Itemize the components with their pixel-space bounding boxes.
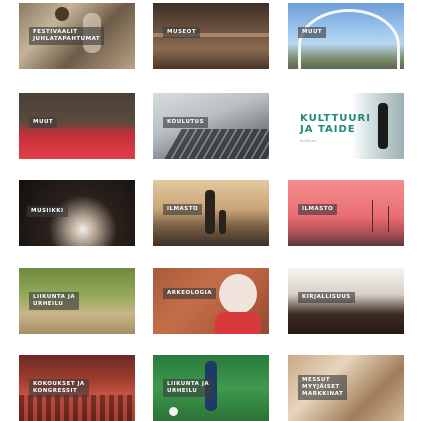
tile-label-liikunta-1: LIIKUNTA JA URHEILU — [29, 292, 80, 310]
tile-kirjallisuus[interactable]: KIRJALLISUUS — [288, 268, 404, 334]
tile-arkeologia[interactable]: ARKEOLOGIA — [153, 268, 269, 334]
keyboard-decoration — [164, 129, 269, 159]
tile-koulutus[interactable]: KOULUTUS — [153, 93, 269, 159]
tile-label-muut-2: MUUT — [29, 117, 58, 128]
illustrated-face-decoration — [219, 274, 257, 314]
tile-ilmasto-2[interactable]: ILMASTO — [288, 180, 404, 246]
tile-ilmasto-1[interactable]: ILMASTO — [153, 180, 269, 246]
tile-label-muut-1: MUUT — [298, 27, 327, 38]
tile-title-kulttuuri-ja-taide: KULTTUURI JA TAIDE — [300, 113, 371, 135]
festival-hat-decoration — [55, 7, 69, 21]
tile-musiikki[interactable]: MUSIIKKI — [19, 180, 135, 246]
tile-muut-2[interactable]: MUUT — [19, 93, 135, 159]
adult-silhouette — [205, 190, 215, 234]
tile-subtitle-kulttuuri: kulttuuri — [300, 139, 318, 143]
tile-label-museot: MUSEOT — [163, 27, 201, 38]
tile-label-musiikki: MUSIIKKI — [27, 206, 68, 217]
category-grid: FESTIVAALIT JUHLATAPAHTUMAT MUSEOT MUUT … — [0, 0, 421, 421]
auditorium-seats-decoration — [19, 395, 135, 421]
wind-turbine-icon — [372, 200, 373, 232]
tile-label-arkeologia: ARKEOLOGIA — [163, 288, 216, 299]
trumpeter-silhouette — [378, 103, 388, 149]
tile-label-messut: MESSUT MYYJÄISET MARKKINAT — [298, 375, 348, 400]
tile-kulttuuri-ja-taide[interactable]: KULTTUURI JA TAIDE kulttuuri — [288, 93, 404, 159]
tile-messut[interactable]: MESSUT MYYJÄISET MARKKINAT — [288, 355, 404, 421]
tile-label-liikunta-2: LIIKUNTA JA URHEILU — [163, 379, 214, 397]
tile-label-kokoukset: KOKOUKSET JA KONGRESSIT — [29, 379, 89, 397]
tile-muut-1[interactable]: MUUT — [288, 3, 404, 69]
tile-liikunta-2[interactable]: LIIKUNTA JA URHEILU — [153, 355, 269, 421]
illustrated-shirt-decoration — [215, 312, 261, 334]
tile-festivaalit[interactable]: FESTIVAALIT JUHLATAPAHTUMAT — [19, 3, 135, 69]
tile-label-koulutus: KOULUTUS — [163, 117, 209, 128]
tile-label-festivaalit: FESTIVAALIT JUHLATAPAHTUMAT — [29, 27, 105, 45]
tile-kokoukset[interactable]: KOKOUKSET JA KONGRESSIT — [19, 355, 135, 421]
tile-label-ilmasto-2: ILMASTO — [298, 204, 338, 215]
wind-turbine-icon — [388, 206, 389, 232]
child-silhouette — [219, 210, 226, 234]
tile-label-ilmasto-1: ILMASTO — [163, 204, 203, 215]
football-icon — [169, 407, 178, 416]
tile-label-kirjallisuus: KIRJALLISUUS — [298, 292, 355, 303]
tile-liikunta-1[interactable]: LIIKUNTA JA URHEILU — [19, 268, 135, 334]
tile-museot[interactable]: MUSEOT — [153, 3, 269, 69]
